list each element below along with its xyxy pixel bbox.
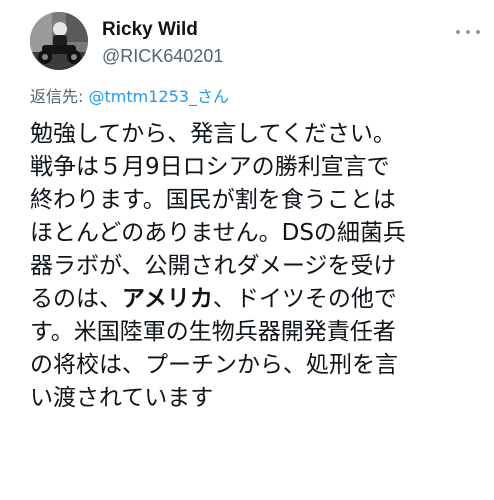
user-handle[interactable]: @RICK640201 [102, 44, 223, 68]
tweet-text-line: 器ラボが、公開されダメージを受け [30, 253, 397, 279]
user-info: Ricky Wild @RICK640201 [102, 18, 223, 68]
display-name[interactable]: Ricky Wild [102, 18, 223, 42]
tweet-card: Ricky Wild @RICK640201 返信先: @tmtm1253_さん… [0, 0, 494, 500]
tweet-text-line: 終わります。国民が割を食うことは [30, 187, 396, 213]
more-dots-icon [456, 30, 460, 34]
tweet-text: 勉強してから、発言してください。 戦争は５月9日ロシアの勝利宣言で 終わります。… [30, 118, 482, 415]
tweet-text-line: 勉強してから、発言してください。 [30, 121, 396, 147]
more-options-button[interactable] [456, 24, 480, 40]
avatar[interactable] [30, 12, 88, 70]
tweet-text-line: ほとんどのありません。DSの細菌兵 [30, 220, 406, 246]
motorcycle-rider-avatar-icon [30, 12, 88, 70]
tweet-text-bold: アメリカ [122, 286, 213, 312]
tweet-text-line: す。米国陸軍の生物兵器開発責任者 [30, 319, 396, 345]
tweet-text-line: い渡されています [30, 385, 214, 411]
tweet-text-line: るのは、アメリカ、ドイツその他で [30, 283, 482, 316]
reply-context: 返信先: @tmtm1253_さん [30, 86, 229, 108]
tweet-text-line: の将校は、プーチンから、処刑を言 [30, 352, 398, 378]
more-dots-icon [466, 30, 470, 34]
more-dots-icon [476, 30, 480, 34]
tweet-text-segment: 、ドイツその他で [212, 286, 397, 312]
tweet-text-line: 戦争は５月9日ロシアの勝利宣言で [30, 154, 390, 180]
reply-target-link[interactable]: @tmtm1253_さん [89, 87, 229, 106]
tweet-text-segment: るのは、 [30, 286, 122, 312]
reply-prefix: 返信先: [30, 87, 84, 106]
